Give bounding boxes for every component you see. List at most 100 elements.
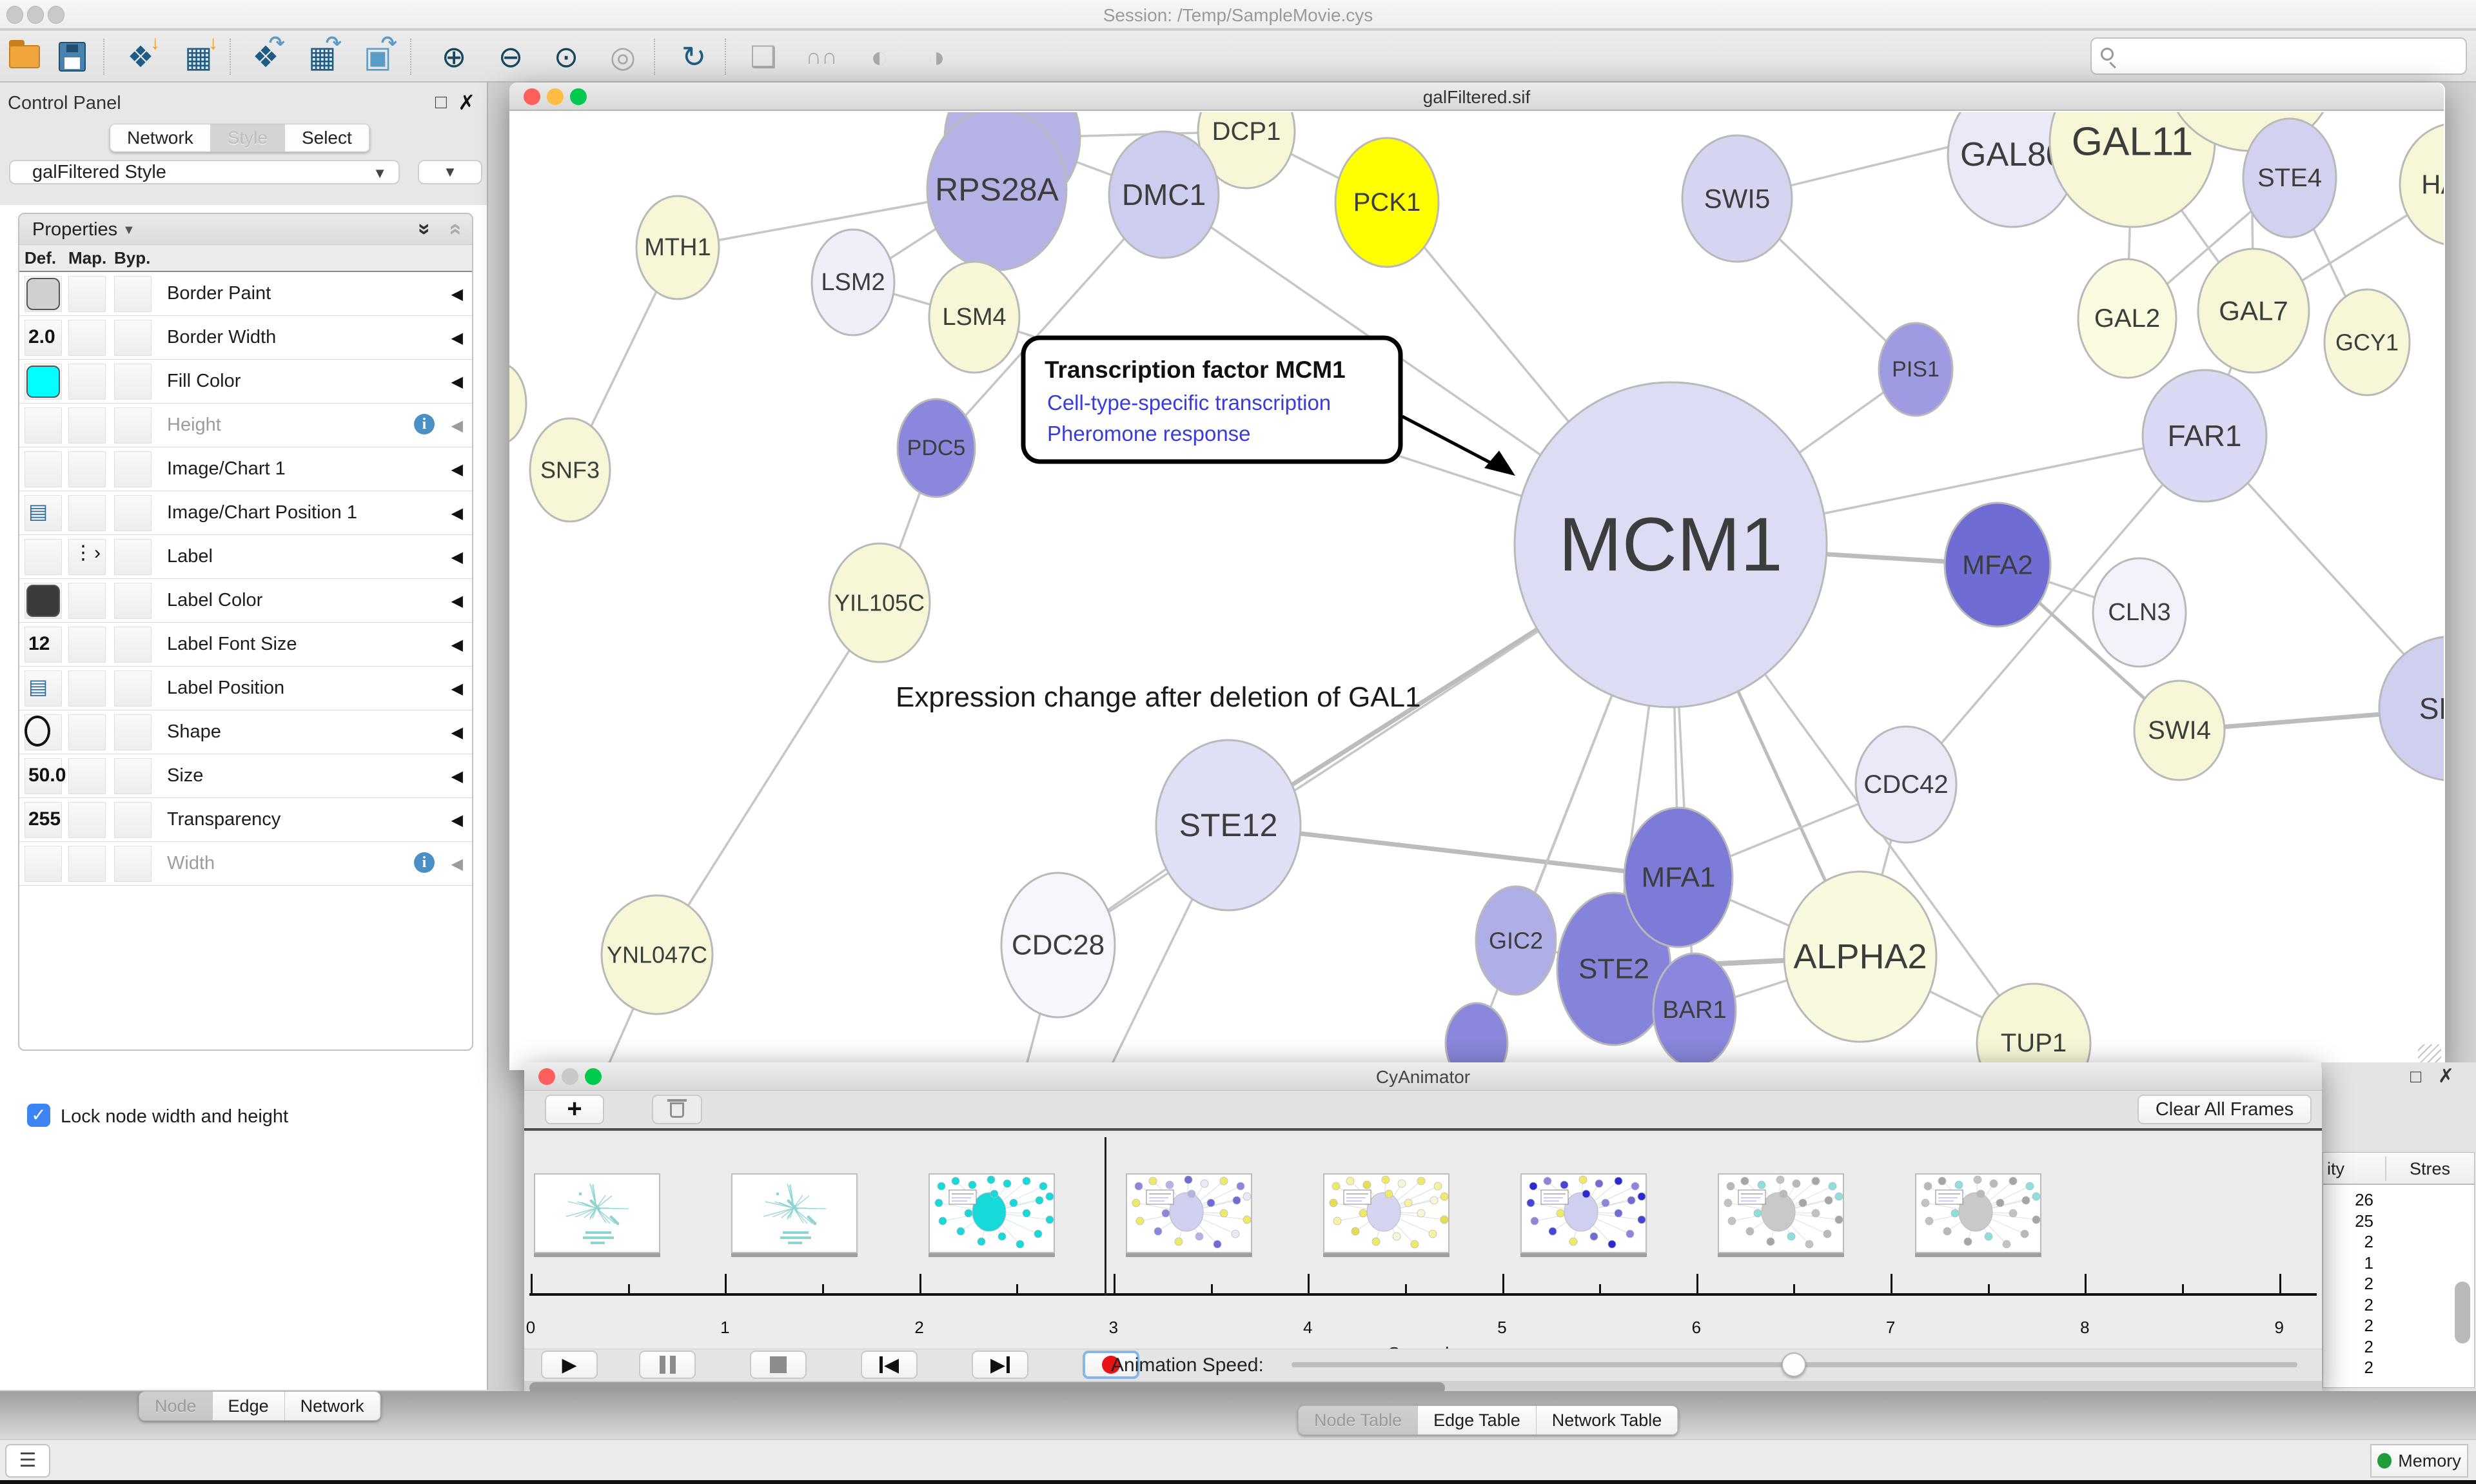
play-button[interactable]: ▶	[541, 1351, 598, 1379]
timeline-playhead[interactable]	[1105, 1137, 1106, 1296]
network-node-SNF3[interactable]: SNF3	[530, 418, 610, 522]
bypass-cell[interactable]	[114, 407, 152, 444]
tab-node-table[interactable]: Node Table	[1299, 1406, 1418, 1434]
network-node-YNL047C[interactable]: YNL047C	[602, 895, 712, 1014]
expand-row-icon[interactable]: ◀	[451, 329, 463, 347]
ellipse-shape-icon[interactable]	[25, 716, 50, 747]
property-row-image-chart-position-1[interactable]: ▤Image/Chart Position 1◀	[19, 491, 472, 535]
mapping-cell[interactable]	[68, 627, 106, 663]
memory-button[interactable]: Memory	[2370, 1444, 2468, 1478]
position-icon[interactable]: ▤	[28, 674, 48, 699]
property-row-shape[interactable]: Shape◀	[19, 710, 472, 754]
close-panel-icon[interactable]: ✗	[2438, 1066, 2454, 1087]
info-icon[interactable]: i	[414, 414, 435, 434]
default-cell[interactable]	[25, 539, 62, 575]
hide-graphics-icon[interactable]: ◐	[861, 37, 898, 76]
property-row-label-color[interactable]: Label Color◀	[19, 579, 472, 623]
save-icon[interactable]	[54, 37, 90, 76]
mapping-cell[interactable]	[68, 495, 106, 531]
cyanimator-timeline[interactable]: 0123456789 Seconds	[524, 1133, 2322, 1349]
skip-end-button[interactable]: ▶	[972, 1351, 1028, 1379]
property-row-transparency[interactable]: 255Transparency◀	[19, 798, 472, 842]
collapse-all-icon[interactable]: »	[442, 223, 467, 235]
mapping-cell[interactable]	[68, 846, 106, 882]
animation-frame-7[interactable]	[1718, 1173, 1844, 1253]
bypass-cell[interactable]	[114, 802, 152, 838]
network-node-DMC1[interactable]: DMC1	[1109, 132, 1219, 258]
mapping-cell[interactable]	[68, 407, 106, 444]
bypass-cell[interactable]	[114, 451, 152, 487]
default-cell[interactable]	[25, 451, 62, 487]
table-cell-value[interactable]: 2	[2324, 1274, 2373, 1294]
add-frame-button[interactable]: +	[545, 1095, 604, 1124]
color-swatch[interactable]	[26, 366, 60, 398]
column-divider[interactable]	[2385, 1157, 2386, 1181]
style-options-button[interactable]: ▼	[418, 160, 482, 184]
table-cell-value[interactable]: 26	[2324, 1190, 2373, 1210]
network-node-GIC2[interactable]: GIC2	[1476, 886, 1556, 995]
show-graphics-icon[interactable]: ◑	[918, 37, 954, 76]
column-header-stress[interactable]: Stres	[2410, 1159, 2450, 1179]
default-cell[interactable]	[25, 407, 62, 444]
animation-frame-1[interactable]	[534, 1173, 660, 1253]
animation-frame-2[interactable]	[731, 1173, 858, 1253]
table-cell-value[interactable]: 25	[2324, 1211, 2373, 1231]
network-node-HAP2[interactable]: HAP2	[2400, 123, 2444, 246]
network-window-titlebar[interactable]: galFiltered.sif	[509, 83, 2444, 111]
network-node-YIL105C[interactable]: YIL105C	[829, 543, 930, 662]
expand-row-icon[interactable]: ◀	[451, 460, 463, 479]
network-node-GAL7[interactable]: GAL7	[2198, 249, 2309, 373]
property-row-border-width[interactable]: 2.0Border Width◀	[19, 316, 472, 360]
expand-row-icon[interactable]: ◀	[451, 855, 463, 874]
default-value[interactable]: 255	[28, 808, 61, 830]
zoom-fit-icon[interactable]: ⊙	[548, 37, 584, 76]
expand-all-icon[interactable]: »	[412, 223, 437, 235]
default-value[interactable]: 50.0	[28, 765, 66, 786]
mapping-cell[interactable]	[68, 276, 106, 312]
network-node-SLT2[interactable]: SLT2	[2379, 636, 2444, 781]
network-node-cutp[interactable]	[1446, 1003, 1508, 1070]
table-scrollbar[interactable]	[2455, 1282, 2470, 1343]
property-row-label-font-size[interactable]: 12Label Font Size◀	[19, 623, 472, 667]
float-panel-icon[interactable]: □	[2410, 1066, 2421, 1086]
mapping-cell[interactable]	[68, 758, 106, 794]
expand-row-icon[interactable]: ◀	[451, 548, 463, 567]
network-node-PCK1[interactable]: PCK1	[1335, 138, 1439, 267]
network-node-PIS1[interactable]: PIS1	[1879, 323, 1952, 416]
zoom-in-icon[interactable]: ⊕	[436, 37, 472, 76]
network-file-icon[interactable]: ❑	[745, 37, 781, 76]
refresh-layout-icon[interactable]: ↻	[676, 37, 712, 76]
table-cell-value[interactable]: 2	[2324, 1337, 2373, 1357]
slider-thumb[interactable]	[1782, 1352, 1806, 1377]
network-node-MFA2[interactable]: MFA2	[1945, 503, 2050, 627]
annotation-caption[interactable]: Expression change after deletion of GAL1	[896, 681, 1421, 713]
table-cell-value[interactable]: 2	[2324, 1316, 2373, 1336]
node-table-header[interactable]: ity Stres	[2323, 1153, 2474, 1185]
network-node-RPS28A[interactable]: RPS28A	[927, 112, 1066, 270]
info-icon[interactable]: i	[414, 852, 435, 873]
property-row-width[interactable]: Widthi◀	[19, 842, 472, 886]
expand-row-icon[interactable]: ◀	[451, 723, 463, 742]
table-cell-value[interactable]: 1	[2324, 1253, 2373, 1273]
network-node-TUP1[interactable]: TUP1	[1977, 984, 2090, 1070]
mapping-cell[interactable]	[68, 451, 106, 487]
color-swatch[interactable]	[26, 585, 60, 617]
network-node-SWI5[interactable]: SWI5	[1682, 135, 1792, 262]
cyanimator-titlebar[interactable]: CyAnimator	[524, 1062, 2322, 1091]
network-node-MTH1[interactable]: MTH1	[636, 196, 719, 299]
network-node-LSM4[interactable]: LSM4	[929, 262, 1019, 373]
export-image-icon[interactable]: ▣↷	[360, 37, 396, 76]
tab-network[interactable]: Network	[110, 124, 211, 151]
expand-row-icon[interactable]: ◀	[451, 811, 463, 830]
style-tab-node[interactable]: Node	[139, 1392, 213, 1420]
search-box[interactable]	[2090, 37, 2467, 75]
properties-header[interactable]: Properties ▼ » »	[19, 214, 472, 245]
network-node-GAL11[interactable]: GAL11	[2050, 112, 2215, 227]
default-value[interactable]: 2.0	[28, 326, 55, 348]
expand-row-icon[interactable]: ◀	[451, 636, 463, 654]
mapping-cell[interactable]	[68, 320, 106, 356]
animation-frame-8[interactable]	[1915, 1173, 2041, 1253]
tab-style[interactable]: Style	[211, 124, 285, 151]
bypass-cell[interactable]	[114, 364, 152, 400]
tab-select[interactable]: Select	[285, 124, 369, 151]
